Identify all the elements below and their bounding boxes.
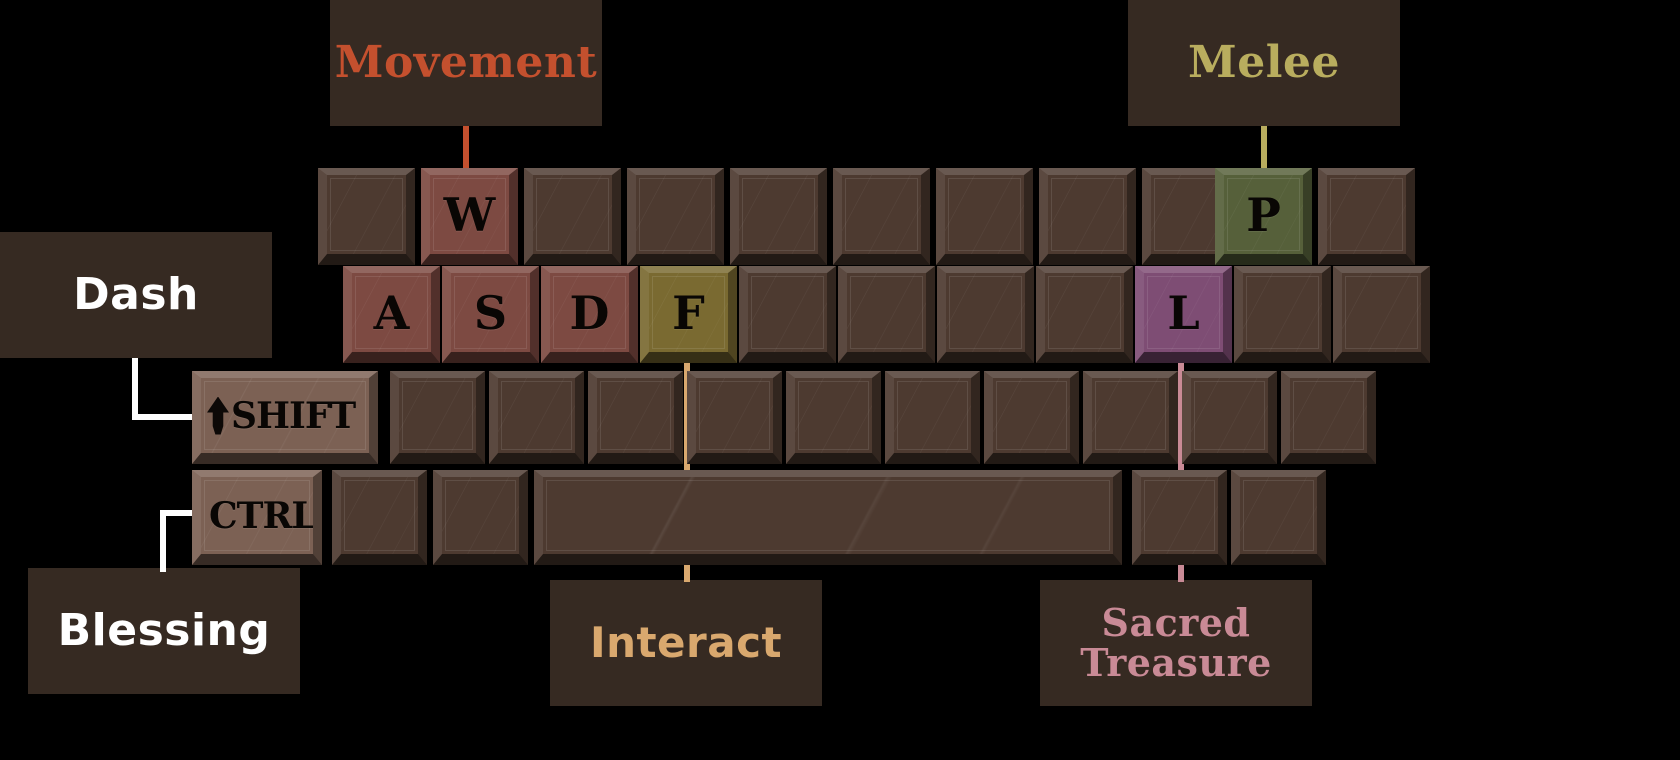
- key-ctrl[interactable]: CTRL: [192, 470, 322, 565]
- label-interact: Interact: [589, 617, 783, 667]
- key-cap: A: [373, 285, 410, 340]
- label-panel-melee: Melee: [1128, 0, 1400, 126]
- key-row3-8[interactable]: [984, 371, 1079, 464]
- key-row3-7[interactable]: [885, 371, 980, 464]
- key-a[interactable]: A: [343, 266, 440, 363]
- key-d[interactable]: D: [541, 266, 638, 363]
- key-row1-3[interactable]: [524, 168, 621, 265]
- key-shift-label: SHIFT: [231, 394, 356, 437]
- label-panel-interact: Interact: [550, 580, 822, 706]
- key-cap: P: [1246, 187, 1281, 242]
- label-melee: Melee: [1188, 36, 1340, 88]
- label-sacred-treasure: Sacred Treasure: [1080, 600, 1272, 685]
- key-row3-2[interactable]: [390, 371, 485, 464]
- key-row2-10[interactable]: [1234, 266, 1331, 363]
- key-cap: SHIFT: [207, 394, 356, 437]
- key-cap: L: [1167, 285, 1200, 340]
- key-row3-3[interactable]: [489, 371, 584, 464]
- key-cap: D: [569, 285, 610, 340]
- key-row3-9[interactable]: [1083, 371, 1178, 464]
- key-row3-6[interactable]: [786, 371, 881, 464]
- label-panel-movement: Movement: [330, 0, 602, 126]
- key-row4-6[interactable]: [1231, 470, 1326, 565]
- key-w[interactable]: W: [421, 168, 518, 265]
- key-row2-8[interactable]: [1036, 266, 1133, 363]
- label-panel-dash: Dash: [0, 232, 272, 358]
- key-cap: S: [473, 285, 508, 340]
- key-l[interactable]: L: [1135, 266, 1232, 363]
- label-dash: Dash: [73, 268, 199, 320]
- key-cap: W: [443, 187, 496, 242]
- key-row1-11[interactable]: [1318, 168, 1415, 265]
- label-blessing: Blessing: [57, 604, 271, 656]
- key-row1-4[interactable]: [627, 168, 724, 265]
- key-shift[interactable]: SHIFT: [192, 371, 378, 464]
- key-f[interactable]: F: [640, 266, 737, 363]
- key-row4-3[interactable]: [433, 470, 528, 565]
- key-row2-7[interactable]: [937, 266, 1034, 363]
- key-row3-11[interactable]: [1281, 371, 1376, 464]
- key-row2-5[interactable]: [739, 266, 836, 363]
- key-row4-5[interactable]: [1132, 470, 1227, 565]
- key-p[interactable]: P: [1215, 168, 1312, 265]
- key-row1-1[interactable]: [318, 168, 415, 265]
- connector-melee: [1261, 126, 1267, 171]
- key-cap: CTRL: [209, 494, 316, 537]
- arrow-up-icon: [207, 396, 229, 435]
- key-row1-8[interactable]: [1039, 168, 1136, 265]
- label-panel-sacred-treasure: Sacred Treasure: [1040, 580, 1312, 706]
- key-space[interactable]: [534, 470, 1122, 565]
- keybinding-diagram: Movement Melee Dash Blessing Interact Sa…: [0, 0, 1680, 760]
- key-row3-10[interactable]: [1182, 371, 1277, 464]
- connector-movement: [463, 126, 469, 171]
- label-movement: Movement: [334, 36, 598, 88]
- key-row1-5[interactable]: [730, 168, 827, 265]
- key-s[interactable]: S: [442, 266, 539, 363]
- key-cap: F: [672, 285, 705, 340]
- key-row1-6[interactable]: [833, 168, 930, 265]
- key-row2-6[interactable]: [838, 266, 935, 363]
- key-row1-7[interactable]: [936, 168, 1033, 265]
- key-row2-11[interactable]: [1333, 266, 1430, 363]
- key-row4-2[interactable]: [332, 470, 427, 565]
- label-panel-blessing: Blessing: [28, 568, 300, 694]
- key-row3-5[interactable]: [687, 371, 782, 464]
- key-row3-4[interactable]: [588, 371, 683, 464]
